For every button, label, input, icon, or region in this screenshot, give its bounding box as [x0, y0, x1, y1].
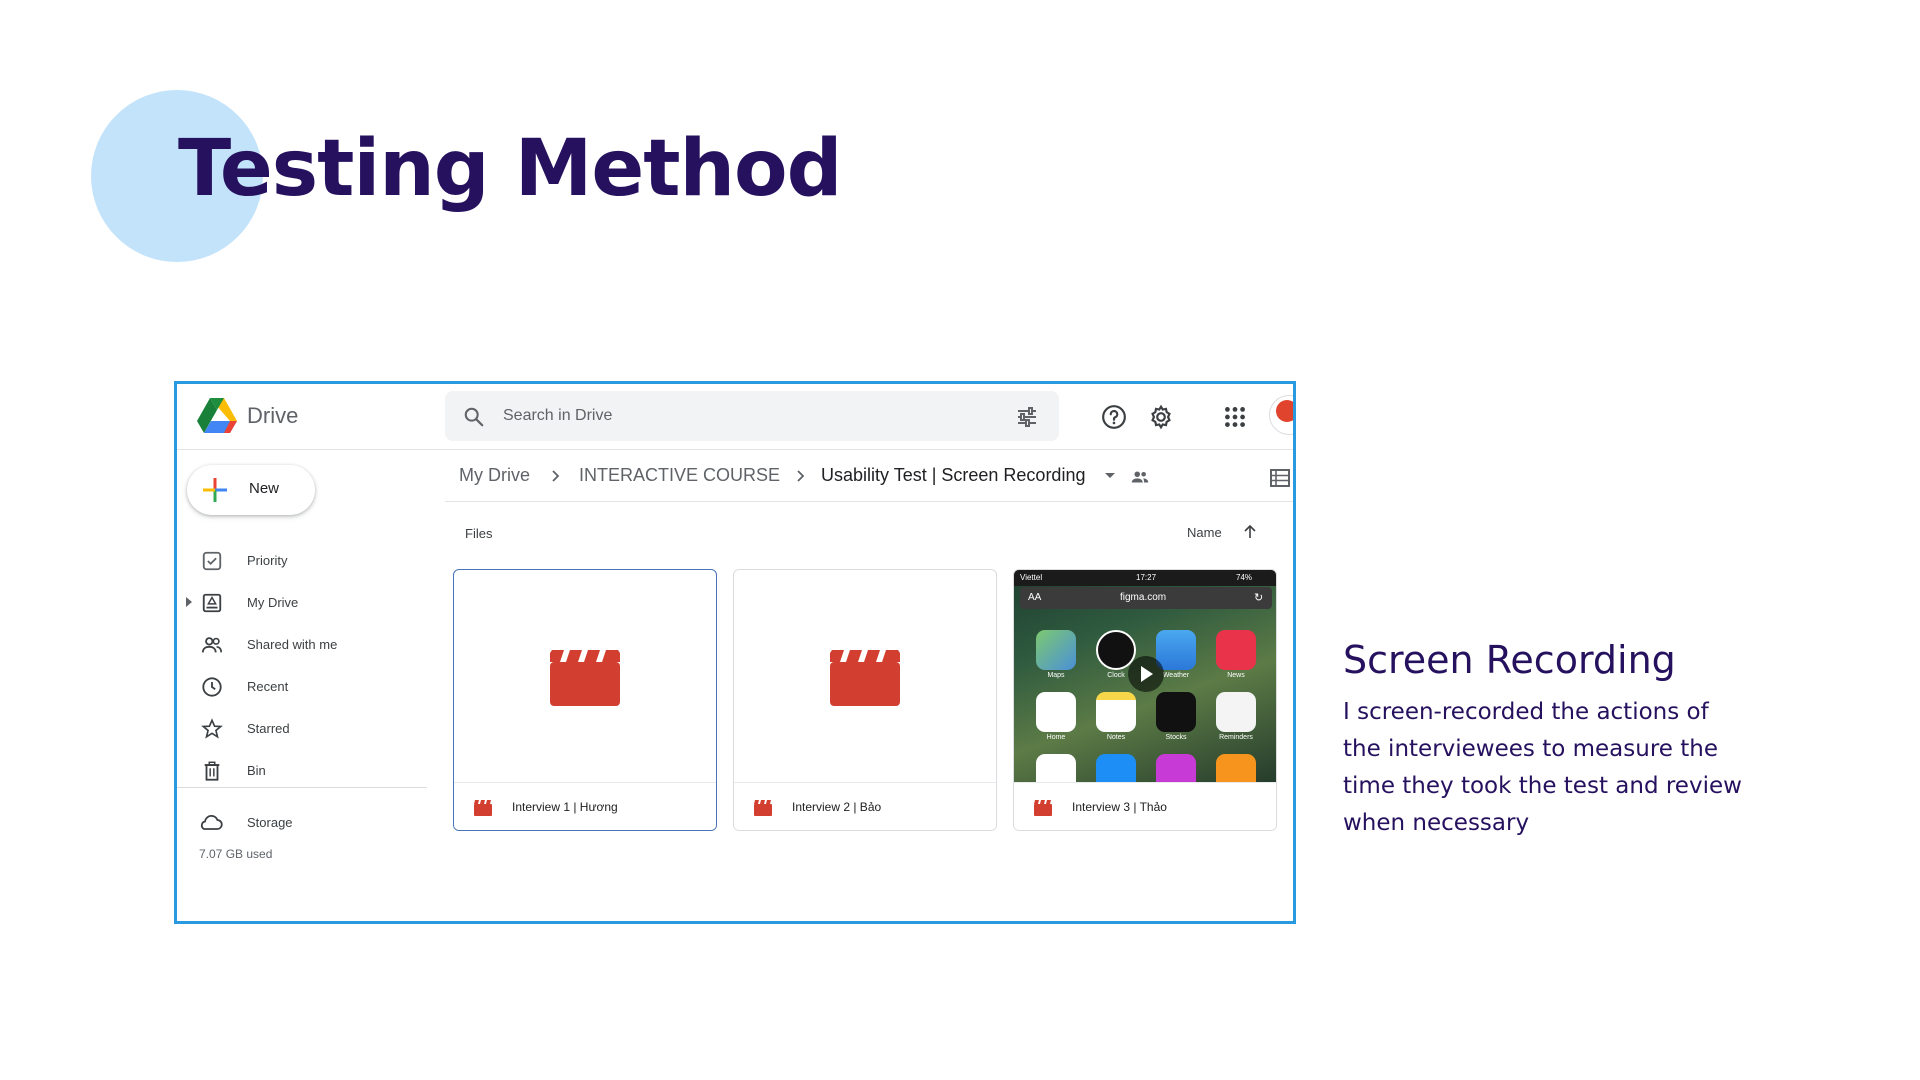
reload-icon: ↻ — [1254, 592, 1264, 604]
play-icon[interactable] — [1128, 656, 1164, 692]
phone-status-bar: Viettel 17:27 74% — [1014, 570, 1276, 586]
sidebar-item-label: My Drive — [247, 595, 299, 610]
app-label: News — [1227, 672, 1245, 679]
screen-recording-description: I screen-recorded the actions of the int… — [1343, 699, 1742, 836]
plus-icon — [203, 478, 227, 502]
file-card[interactable]: Viettel 17:27 74% AA figma.com ↻ Maps Cl… — [1013, 569, 1277, 831]
home-app-icon — [1036, 692, 1076, 732]
phone-time: 17:27 — [1136, 573, 1157, 582]
video-file-icon — [1034, 800, 1052, 816]
new-button[interactable]: New — [187, 465, 315, 515]
app-label: Reminders — [1219, 734, 1253, 741]
breadcrumb-my-drive[interactable]: My Drive — [459, 465, 530, 486]
star-icon — [201, 718, 223, 739]
notes-app-icon — [1096, 692, 1136, 732]
news-app-icon — [1216, 630, 1256, 670]
file-card-footer: Interview 3 | Thảo — [1014, 782, 1276, 830]
phone-carrier: Viettel — [1020, 573, 1043, 582]
drive-topbar: Drive — [177, 384, 1293, 450]
sidebar-item-label: Bin — [247, 763, 266, 778]
file-card-footer: Interview 1 | Hương — [454, 782, 716, 830]
help-icon[interactable] — [1101, 404, 1127, 430]
file-name: Interview 3 | Thảo — [1072, 800, 1167, 814]
cloud-icon — [200, 814, 223, 830]
files-section-label: Files — [465, 526, 493, 541]
storage-used-text: 7.07 GB used — [199, 847, 273, 861]
weather-app-icon — [1156, 630, 1196, 670]
breadcrumb: My Drive INTERACTIVE COURSE Usability Te… — [445, 450, 1293, 502]
file-name: Interview 1 | Hương — [512, 800, 618, 814]
drive-app-name[interactable]: Drive — [247, 403, 298, 429]
sidebar-item-starred[interactable]: Starred — [177, 708, 427, 750]
file-card-footer: Interview 2 | Bảo — [734, 782, 996, 830]
file-thumbnail — [734, 570, 996, 782]
sidebar-nav: Priority My Drive Shared with me Recent … — [177, 540, 427, 792]
file-card[interactable]: Interview 1 | Hương — [453, 569, 717, 831]
sidebar-item-label: Storage — [247, 815, 293, 830]
app-label: Home — [1046, 734, 1066, 741]
sidebar-item-priority[interactable]: Priority — [177, 540, 427, 582]
sidebar-item-label: Recent — [247, 679, 289, 694]
shared-icon — [201, 637, 222, 653]
phone-url: figma.com — [1120, 592, 1167, 603]
app-label: Stocks — [1165, 734, 1187, 741]
sort-by-name-button[interactable]: Name — [1187, 525, 1222, 540]
maps-app-icon — [1036, 630, 1076, 670]
trash-icon — [204, 761, 220, 781]
app-label: Notes — [1106, 734, 1126, 741]
stocks-app-icon — [1156, 692, 1196, 732]
sidebar-divider — [177, 787, 427, 788]
slide: Testing Method Drive Search in Drive New… — [0, 0, 1920, 1080]
avatar-image — [1276, 400, 1293, 422]
breadcrumb-current-folder[interactable]: Usability Test | Screen Recording — [821, 465, 1085, 486]
slide-title: Testing Method — [178, 124, 842, 214]
my-drive-icon — [202, 593, 222, 613]
arrow-up-icon[interactable] — [1241, 523, 1259, 541]
breadcrumb-interactive-course[interactable]: INTERACTIVE COURSE — [579, 465, 780, 486]
file-thumbnail — [454, 570, 716, 782]
chevron-right-icon — [797, 470, 805, 482]
sidebar-item-bin[interactable]: Bin — [177, 750, 427, 792]
app-label: Maps — [1047, 672, 1065, 679]
phone-aa: AA — [1028, 592, 1042, 603]
video-file-icon — [474, 800, 492, 816]
sidebar-item-label: Priority — [247, 553, 288, 568]
file-name: Interview 2 | Bảo — [792, 800, 882, 814]
file-card[interactable]: Interview 2 | Bảo — [733, 569, 997, 831]
expand-caret-icon[interactable] — [186, 597, 192, 607]
reminders-app-icon — [1216, 692, 1256, 732]
priority-icon — [202, 551, 222, 571]
new-button-label: New — [249, 480, 280, 497]
account-avatar[interactable] — [1269, 395, 1293, 435]
search-icon[interactable] — [463, 406, 485, 428]
sidebar-item-my-drive[interactable]: My Drive — [177, 582, 427, 624]
shared-folder-icon — [1131, 471, 1149, 483]
drive-logo-icon[interactable] — [197, 398, 237, 434]
drive-screenshot: Drive Search in Drive New Priority My Dr… — [174, 381, 1296, 924]
sidebar-item-recent[interactable]: Recent — [177, 666, 427, 708]
sidebar-item-label: Starred — [247, 721, 290, 736]
sidebar-item-storage[interactable]: Storage — [177, 802, 427, 842]
video-clapper-icon — [830, 650, 900, 706]
apps-grid-icon[interactable] — [1222, 404, 1248, 430]
screen-recording-heading: Screen Recording — [1343, 638, 1676, 682]
search-input[interactable] — [503, 401, 983, 431]
settings-gear-icon[interactable] — [1148, 404, 1174, 430]
search-options-icon[interactable] — [1015, 405, 1039, 429]
sidebar-item-label: Shared with me — [247, 637, 338, 652]
chevron-right-icon — [552, 470, 560, 482]
phone-screenshot-thumbnail: Viettel 17:27 74% AA figma.com ↻ Maps Cl… — [1014, 570, 1276, 794]
clock-icon — [202, 677, 222, 697]
list-view-icon[interactable] — [1269, 467, 1291, 489]
sidebar-item-shared-with-me[interactable]: Shared with me — [177, 624, 427, 666]
video-clapper-icon — [550, 650, 620, 706]
video-file-icon — [754, 800, 772, 816]
phone-url-bar: AA figma.com ↻ — [1020, 587, 1272, 609]
folder-dropdown-icon[interactable] — [1105, 473, 1115, 478]
search-bar[interactable] — [445, 391, 1059, 441]
phone-battery: 74% — [1236, 573, 1253, 582]
